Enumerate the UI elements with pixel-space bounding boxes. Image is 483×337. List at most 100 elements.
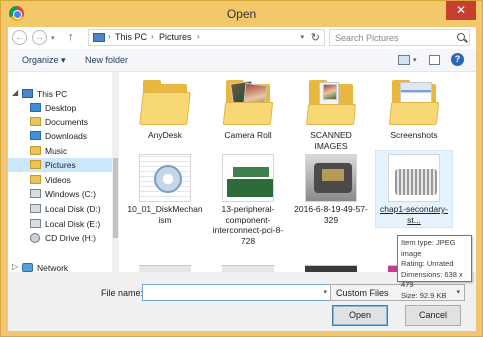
collapse-icon[interactable]: ◢ — [12, 88, 18, 97]
search-icon — [457, 33, 465, 41]
file-tile-camera-roll[interactable]: Camera Roll — [210, 78, 286, 140]
title-bar: Open ✕ — [1, 1, 482, 27]
nav-scrollbar[interactable] — [112, 72, 119, 272]
nav-item-label: This PC — [37, 89, 68, 99]
image-thumbnail — [305, 154, 357, 202]
documents-folder-icon — [30, 117, 41, 126]
dialog-client: ← → ▾ ↑ › This PC › Pictures › ▾ ↻ Searc… — [8, 27, 476, 331]
view-dropdown-icon[interactable]: ▾ — [413, 56, 417, 64]
drive-icon — [30, 204, 41, 213]
address-row: ← → ▾ ↑ › This PC › Pictures › ▾ ↻ Searc… — [8, 27, 476, 49]
file-type-value: Custom Files — [336, 288, 389, 298]
nav-item-documents[interactable]: Documents — [8, 115, 112, 129]
folder-icon — [139, 78, 191, 130]
partial-thumbnail[interactable] — [305, 265, 357, 272]
nav-item-music[interactable]: Music — [8, 144, 112, 158]
nav-item-label: Windows (C:) — [45, 189, 97, 199]
file-tile-anydesk[interactable]: AnyDesk — [127, 78, 203, 140]
up-button[interactable]: ↑ — [68, 31, 74, 43]
nav-item-label: CD Drive (H:) — [45, 233, 96, 243]
file-name: 10_01_DiskMechanism — [127, 204, 203, 225]
file-tile-scanned-images[interactable]: SCANNED IMAGES — [293, 78, 369, 151]
breadcrumb-separator: › — [108, 32, 111, 41]
pictures-folder-icon — [30, 160, 41, 169]
nav-item-label: Videos — [45, 175, 71, 185]
image-thumbnail — [222, 154, 274, 202]
computer-icon — [22, 89, 33, 98]
file-name: 2016-6-8-19-49-57-329 — [294, 204, 368, 225]
navigation-pane: ◢ This PC Desktop Documents Downloads Mu… — [8, 72, 119, 273]
file-tile-disk-mechanism[interactable]: 10_01_DiskMechanism — [127, 152, 203, 242]
address-bar[interactable]: › This PC › Pictures › ▾ ↻ — [88, 29, 325, 46]
command-toolbar: Organize ▾ New folder ▾ ? — [8, 49, 476, 72]
search-input[interactable]: Search Pictures — [329, 29, 470, 46]
breadcrumb-pictures[interactable]: Pictures — [159, 32, 192, 42]
videos-folder-icon — [30, 175, 41, 184]
tooltip-size: Size: 92.9 KB — [401, 290, 447, 300]
window-title: Open — [226, 7, 257, 21]
new-folder-button[interactable]: New folder — [85, 55, 128, 65]
network-icon — [22, 263, 33, 272]
expand-icon[interactable]: ▷ — [12, 262, 18, 271]
nav-item-label: Music — [45, 146, 68, 156]
file-tile-2016-photo[interactable]: 2016-6-8-19-49-57-329 — [293, 152, 369, 242]
cancel-button[interactable]: Cancel — [405, 305, 461, 326]
image-thumbnail — [388, 154, 440, 202]
drive-icon — [30, 189, 41, 198]
nav-item-windows-c[interactable]: Windows (C:) — [8, 187, 112, 201]
back-button[interactable]: ← — [12, 30, 27, 45]
change-view-icon[interactable] — [398, 55, 410, 65]
file-tile-pci-interconnect[interactable]: 13-peripheral-component-interconnect-pci… — [210, 152, 286, 246]
folder-icon — [222, 78, 274, 130]
forward-button[interactable]: → — [32, 30, 47, 45]
preview-pane-icon[interactable] — [429, 55, 440, 65]
open-dialog-window: Open ✕ ← → ▾ ↑ › This PC › Pictures › ▾ … — [0, 0, 483, 337]
organize-button[interactable]: Organize ▾ — [22, 55, 66, 66]
tooltip-rating: Rating: Unrated — [401, 259, 454, 268]
file-info-tooltip: Item type: JPEG image Rating: Unrated Di… — [397, 235, 472, 300]
nav-item-videos[interactable]: Videos — [8, 173, 112, 187]
nav-item-desktop[interactable]: Desktop — [8, 101, 112, 115]
desktop-folder-icon — [30, 103, 41, 112]
file-name: Screenshots — [390, 130, 438, 140]
refresh-icon[interactable]: ↻ — [311, 31, 320, 44]
breadcrumb-separator: › — [197, 32, 200, 41]
nav-scrollbar-thumb[interactable] — [113, 158, 118, 238]
help-icon[interactable]: ? — [451, 53, 464, 66]
breadcrumb-this-pc[interactable]: This PC — [115, 32, 147, 42]
file-name-dropdown-icon[interactable]: ▾ — [323, 288, 327, 296]
nav-item-label: Local Disk (D:) — [45, 204, 101, 214]
address-dropdown-icon[interactable]: ▾ — [300, 33, 304, 41]
file-name: SCANNED IMAGES — [310, 130, 352, 151]
nav-item-label: Desktop — [45, 103, 77, 113]
folder-icon — [305, 78, 357, 130]
breadcrumb-separator: › — [151, 32, 154, 41]
nav-item-label: Documents — [45, 117, 88, 127]
image-thumbnail — [139, 154, 191, 202]
nav-item-downloads[interactable]: Downloads — [8, 129, 112, 143]
file-name: AnyDesk — [147, 130, 182, 140]
file-name-input[interactable]: ▾ — [142, 284, 331, 301]
recent-locations-dropdown-icon[interactable]: ▾ — [51, 34, 55, 42]
file-tile-screenshots[interactable]: Screenshots — [376, 78, 452, 140]
partial-thumbnail[interactable] — [139, 265, 191, 272]
nav-item-label: Pictures — [45, 160, 76, 170]
close-button[interactable]: ✕ — [446, 1, 476, 20]
music-folder-icon — [30, 146, 41, 155]
file-name: Camera Roll — [224, 130, 272, 140]
nav-item-label: Local Disk (E:) — [45, 219, 101, 229]
nav-item-local-disk-d[interactable]: Local Disk (D:) — [8, 202, 112, 216]
open-button[interactable]: Open — [332, 305, 388, 326]
drive-icon — [30, 219, 41, 228]
nav-item-this-pc[interactable]: ◢ This PC — [8, 87, 112, 101]
nav-item-cd-drive-h[interactable]: CD Drive (H:) — [8, 231, 112, 245]
nav-item-pictures[interactable]: Pictures — [8, 158, 112, 172]
file-name-label: File name: — [101, 288, 144, 298]
nav-item-local-disk-e[interactable]: Local Disk (E:) — [8, 217, 112, 231]
file-name: chap1-secondary-st... — [379, 204, 449, 225]
computer-icon — [93, 33, 105, 42]
partial-thumbnail[interactable] — [222, 265, 274, 272]
file-tile-chap1-secondary[interactable]: chap1-secondary-st... — [375, 150, 453, 242]
file-name: 13-peripheral-component-interconnect-pci… — [212, 204, 284, 246]
tooltip-dimensions: Dimensions: 638 x 479 — [401, 269, 463, 290]
